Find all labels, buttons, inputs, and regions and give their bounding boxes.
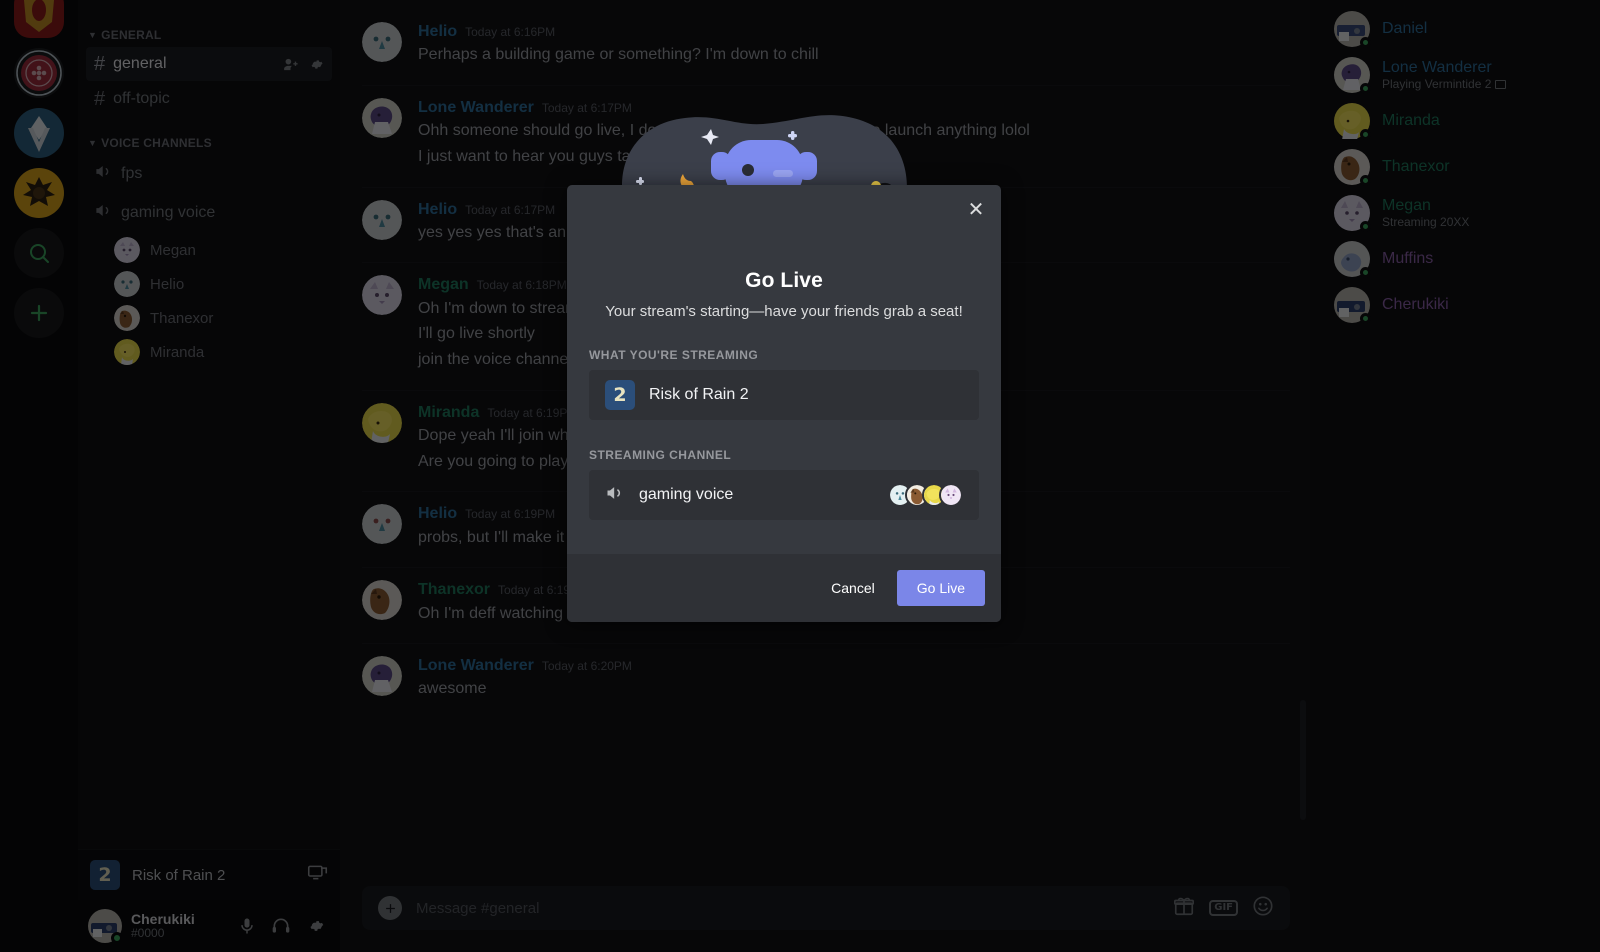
game-icon: 2 (605, 380, 635, 410)
modal-footer: Cancel Go Live (567, 554, 1001, 622)
go-live-modal: ✕ Go Live Your stream's starting—have yo… (567, 185, 1001, 622)
modal-subtitle: Your stream's starting—have your friends… (605, 303, 963, 320)
streaming-game-name: Risk of Rain 2 (649, 386, 749, 403)
speaker-icon (605, 483, 625, 508)
streaming-channel-name: gaming voice (639, 486, 734, 503)
streaming-channel-label: STREAMING CHANNEL (589, 448, 732, 462)
modal-title: Go Live (745, 269, 823, 292)
close-icon[interactable]: ✕ (963, 197, 989, 223)
streaming-source-row[interactable]: 2 Risk of Rain 2 (589, 370, 979, 420)
go-live-button[interactable]: Go Live (896, 570, 985, 606)
game-icon-label: 2 (613, 383, 627, 406)
streaming-source-label: WHAT YOU'RE STREAMING (589, 348, 759, 362)
avatar (939, 483, 963, 507)
channel-participants (888, 483, 963, 507)
cancel-button[interactable]: Cancel (813, 570, 893, 606)
streaming-channel-row[interactable]: gaming voice (589, 470, 979, 520)
